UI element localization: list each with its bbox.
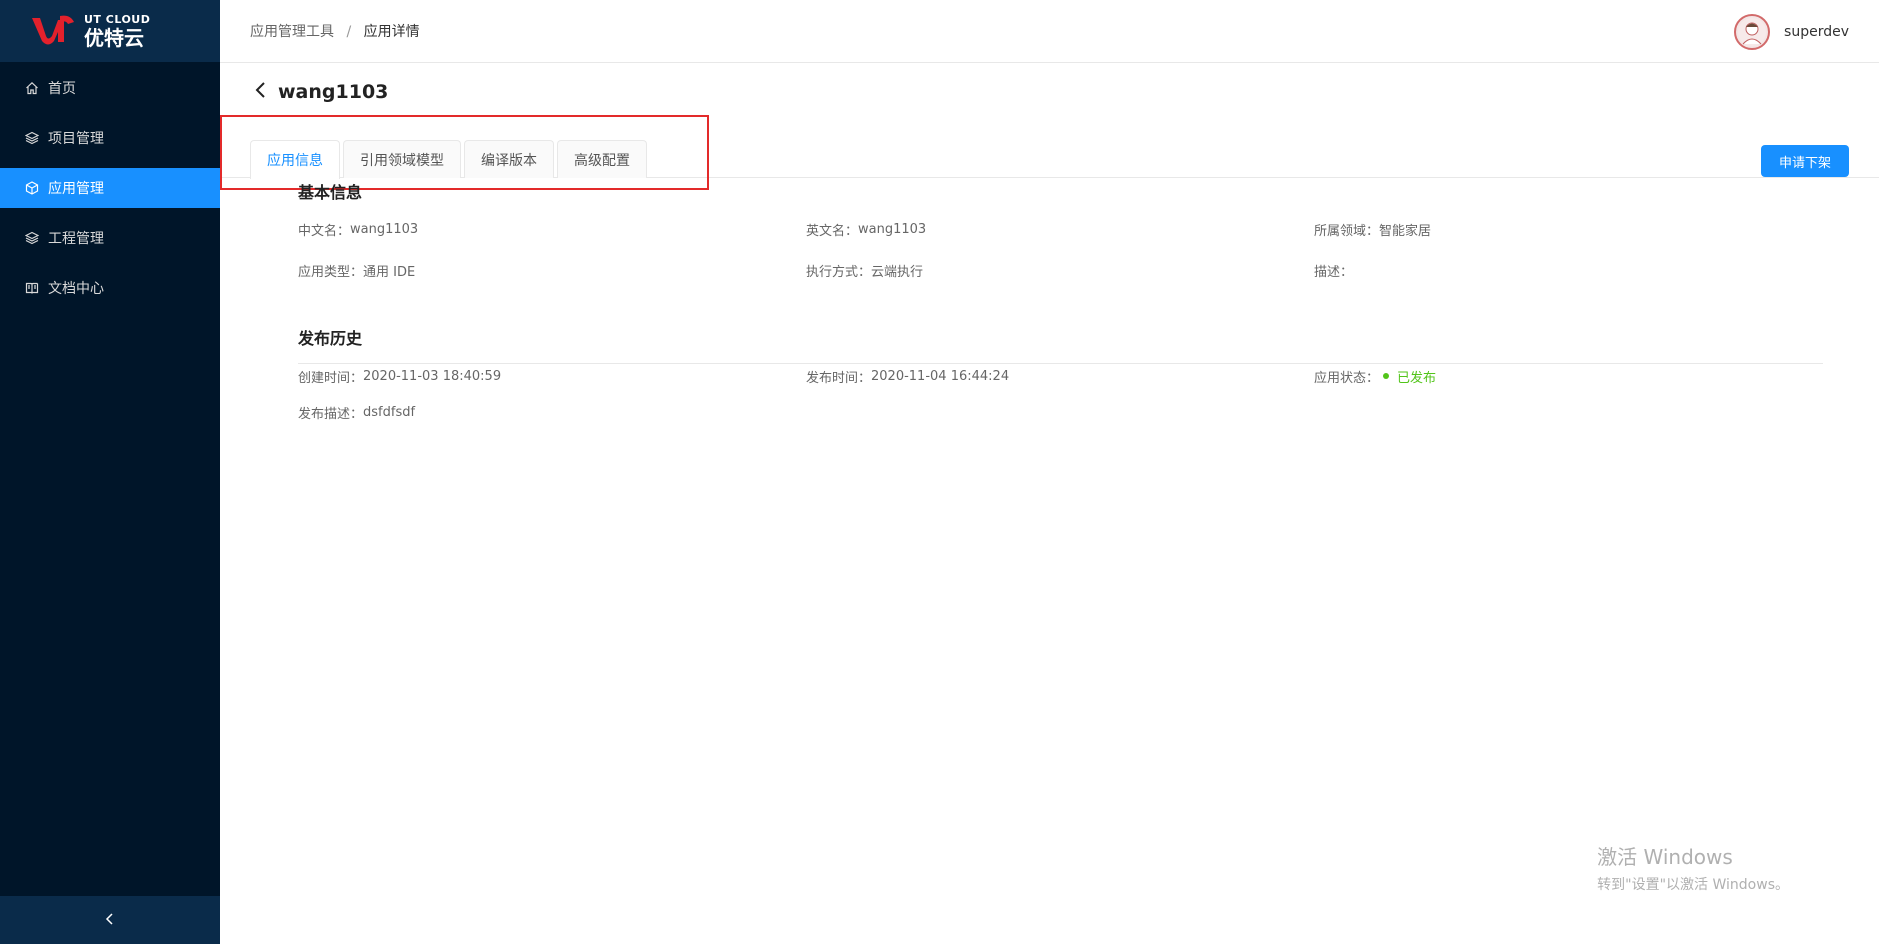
field-cn-name: 中文名： wang1103: [298, 219, 806, 239]
logo[interactable]: UT CLOUD 优特云: [0, 0, 220, 62]
layers-icon: [24, 130, 40, 146]
back-button[interactable]: [250, 81, 272, 103]
sidebar-item-label: 工程管理: [48, 231, 104, 247]
field-label: 中文名：: [298, 223, 351, 239]
field-created-time: 创建时间： 2020-11-03 18:40:59: [298, 366, 806, 386]
sidebar-item-apps[interactable]: 应用管理: [0, 168, 220, 208]
logo-cn-text: 优特云: [84, 26, 144, 50]
field-value: 2020-11-03 18:40:59: [363, 368, 502, 384]
breadcrumb-item[interactable]: 应用管理工具: [250, 24, 334, 40]
field-value: 智能家居: [1379, 223, 1432, 239]
field-value: 通用 IDE: [363, 264, 416, 280]
sidebar: UT CLOUD 优特云 首页 项目管理 应用管理 工程管理 文档中心: [0, 0, 220, 944]
field-label: 英文名：: [806, 223, 859, 239]
status-text: 已发布: [1397, 370, 1437, 386]
page-title: wang1103: [278, 81, 389, 103]
user-menu[interactable]: superdev: [1734, 14, 1849, 50]
tab-app-info[interactable]: 应用信息: [250, 140, 340, 179]
watermark-line1: 激活 Windows: [1597, 845, 1733, 869]
section-title: 发布历史: [298, 329, 363, 348]
chevron-left-icon: [254, 81, 268, 103]
cube-icon: [24, 180, 40, 196]
sidebar-item-home[interactable]: 首页: [0, 68, 220, 108]
sidebar-nav: 首页 项目管理 应用管理 工程管理 文档中心: [0, 68, 220, 308]
request-delist-button[interactable]: 申请下架: [1761, 145, 1849, 177]
sidebar-item-label: 应用管理: [48, 181, 104, 197]
sidebar-item-projects[interactable]: 项目管理: [0, 118, 220, 158]
sidebar-item-docs[interactable]: 文档中心: [0, 268, 220, 308]
sidebar-item-label: 首页: [48, 81, 76, 97]
section-title: 基本信息: [298, 183, 363, 202]
field-exec-mode: 执行方式： 云端执行: [806, 260, 1314, 280]
breadcrumb-separator: /: [346, 24, 352, 40]
field-value: 2020-11-04 16:44:24: [871, 368, 1010, 384]
page-title-row: wang1103: [250, 81, 388, 103]
basic-info-grid: 中文名： wang1103 英文名： wang1103 所属领域： 智能家居 应…: [298, 219, 1823, 280]
field-label: 应用类型：: [298, 264, 364, 280]
field-value: 云端执行: [871, 264, 924, 280]
field-value: wang1103: [858, 221, 927, 237]
logo-en-text: UT CLOUD: [84, 13, 151, 26]
home-icon: [24, 80, 40, 96]
top-header: 应用管理工具 / 应用详情 superdev: [220, 0, 1879, 63]
basic-info-section: 基本信息 中文名： wang1103 英文名： wang1103 所属领域： 智…: [298, 179, 1823, 280]
field-publish-desc: 发布描述： dsfdfsdf: [298, 402, 806, 422]
status-dot-icon: [1383, 373, 1390, 379]
windows-activation-watermark: 激活 Windows 转到"设置"以激活 Windows。: [1597, 841, 1789, 894]
book-icon: [24, 280, 40, 296]
tab-domain-models[interactable]: 引用领域模型: [343, 140, 461, 178]
tab-advanced-config[interactable]: 高级配置: [557, 140, 647, 178]
status-badge: 已发布: [1379, 367, 1436, 386]
main-content: wang1103 应用信息 引用领域模型 编译版本 高级配置 申请下架 基本信息…: [220, 63, 1879, 944]
field-label: 应用状态：: [1314, 370, 1380, 386]
chevron-left-icon: [104, 911, 116, 930]
breadcrumb-current: 应用详情: [363, 24, 420, 40]
field-label: 发布时间：: [806, 370, 872, 386]
field-app-status: 应用状态： 已发布: [1314, 366, 1822, 386]
field-description: 描述：: [1314, 260, 1822, 280]
avatar[interactable]: [1734, 14, 1771, 50]
field-label: 执行方式：: [806, 264, 872, 280]
breadcrumb: 应用管理工具 / 应用详情: [250, 21, 420, 41]
ut-cloud-logo-icon: [30, 14, 78, 48]
sidebar-item-engineering[interactable]: 工程管理: [0, 218, 220, 258]
tab-bar: 应用信息 引用领域模型 编译版本 高级配置: [250, 140, 650, 179]
publish-history-grid: 创建时间： 2020-11-03 18:40:59 发布时间： 2020-11-…: [298, 366, 1823, 422]
field-published-time: 发布时间： 2020-11-04 16:44:24: [806, 366, 1314, 386]
sidebar-item-label: 文档中心: [48, 281, 104, 297]
field-label: 描述：: [1314, 264, 1354, 280]
tab-build-versions[interactable]: 编译版本: [464, 140, 554, 178]
username[interactable]: superdev: [1784, 24, 1849, 40]
layers-icon: [24, 230, 40, 246]
publish-history-section: 发布历史 创建时间： 2020-11-03 18:40:59 发布时间： 202…: [298, 325, 1823, 422]
field-label: 发布描述：: [298, 406, 364, 422]
field-value: dsfdfsdf: [363, 404, 416, 420]
field-value: wang1103: [350, 221, 419, 237]
field-domain: 所属领域： 智能家居: [1314, 219, 1822, 239]
sidebar-collapse-button[interactable]: [0, 896, 220, 944]
field-app-type: 应用类型： 通用 IDE: [298, 260, 806, 280]
field-en-name: 英文名： wang1103: [806, 219, 1314, 239]
watermark-line2: 转到"设置"以激活 Windows。: [1597, 877, 1789, 893]
field-label: 创建时间：: [298, 370, 364, 386]
sidebar-item-label: 项目管理: [48, 131, 104, 147]
field-label: 所属领域：: [1314, 223, 1380, 239]
